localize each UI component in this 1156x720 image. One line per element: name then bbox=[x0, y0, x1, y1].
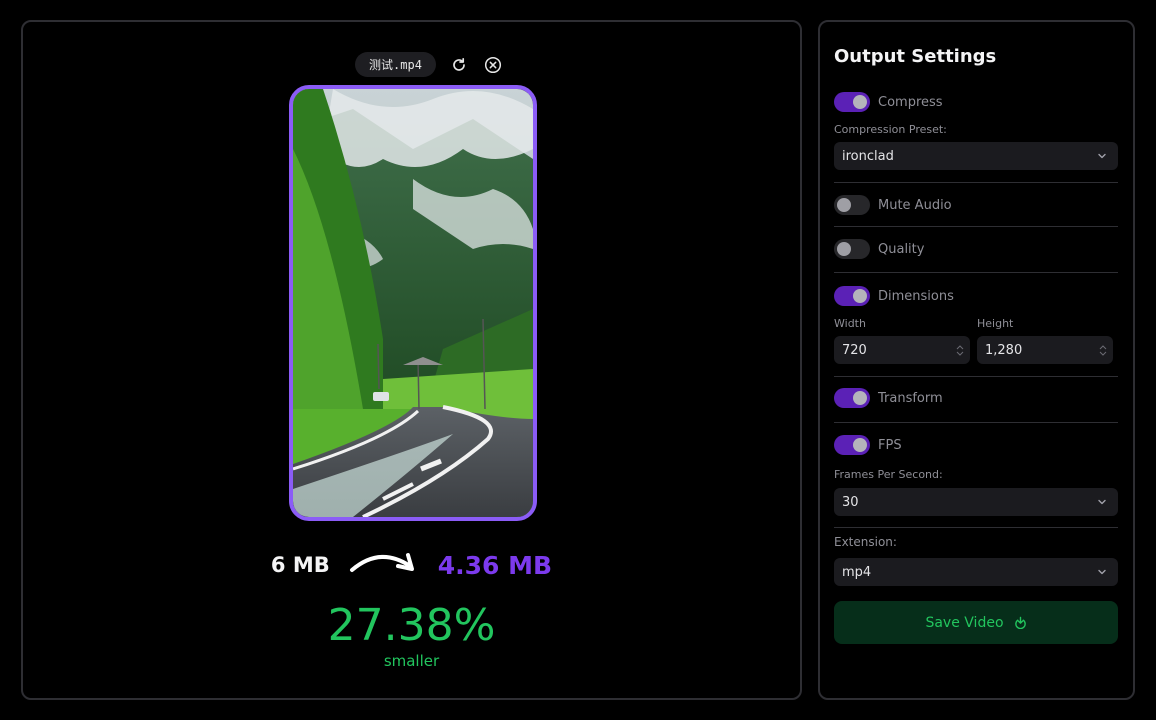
quality-label: Quality bbox=[878, 241, 925, 257]
arrow-icon bbox=[349, 553, 414, 572]
divider bbox=[834, 226, 1118, 227]
height-value: 1,280 bbox=[985, 342, 1023, 358]
download-icon bbox=[1014, 616, 1026, 629]
preset-value: ironclad bbox=[842, 148, 894, 164]
extension-label: Extension: bbox=[834, 535, 897, 549]
video-thumbnail bbox=[293, 89, 533, 517]
refresh-icon[interactable] bbox=[448, 54, 470, 76]
height-input[interactable]: 1,280 bbox=[977, 336, 1113, 364]
settings-title: Output Settings bbox=[834, 46, 997, 67]
settings-panel: Output Settings Compress Compression Pre… bbox=[818, 20, 1135, 700]
fps-select[interactable]: 30 bbox=[834, 488, 1118, 516]
fps-row: FPS bbox=[834, 434, 1118, 456]
preset-select[interactable]: ironclad bbox=[834, 142, 1118, 170]
reduction-caption: smaller bbox=[383, 652, 440, 670]
compress-toggle[interactable] bbox=[834, 92, 870, 112]
divider bbox=[834, 272, 1118, 273]
dimensions-row: Dimensions bbox=[834, 285, 1118, 307]
quality-toggle[interactable] bbox=[834, 239, 870, 259]
close-circle-icon[interactable] bbox=[482, 54, 504, 76]
transform-toggle[interactable] bbox=[834, 388, 870, 408]
extension-value: mp4 bbox=[842, 564, 872, 580]
dimensions-label: Dimensions bbox=[878, 288, 954, 304]
original-size: 6 MB bbox=[270, 553, 330, 577]
divider bbox=[834, 182, 1118, 183]
video-preview[interactable] bbox=[289, 85, 537, 521]
divider bbox=[834, 376, 1118, 377]
divider bbox=[834, 527, 1118, 528]
width-input[interactable]: 720 bbox=[834, 336, 970, 364]
chevron-down-icon bbox=[1098, 153, 1106, 159]
toggle-knob bbox=[837, 198, 851, 212]
compress-row: Compress bbox=[834, 91, 1118, 113]
size-comparison: 6 MB 4.36 MB bbox=[23, 550, 800, 580]
reduction-percent: 27.38% bbox=[327, 600, 496, 651]
transform-row: Transform bbox=[834, 387, 1118, 409]
stepper-icon[interactable] bbox=[956, 344, 964, 356]
compress-label: Compress bbox=[878, 94, 943, 110]
fps-field-label: Frames Per Second: bbox=[834, 468, 943, 481]
toggle-knob bbox=[853, 95, 867, 109]
dimensions-toggle[interactable] bbox=[834, 286, 870, 306]
stepper-icon[interactable] bbox=[1099, 344, 1107, 356]
fps-value: 30 bbox=[842, 494, 859, 510]
toggle-knob bbox=[837, 242, 851, 256]
file-name-chip: 测试.mp4 bbox=[355, 52, 436, 77]
preset-label: Compression Preset: bbox=[834, 123, 947, 136]
mute-row: Mute Audio bbox=[834, 194, 1118, 216]
fps-label: FPS bbox=[878, 437, 902, 453]
save-label: Save Video bbox=[925, 614, 1004, 631]
extension-select[interactable]: mp4 bbox=[834, 558, 1118, 586]
save-video-button[interactable]: Save Video bbox=[834, 601, 1118, 644]
compressed-size: 4.36 MB bbox=[437, 550, 553, 580]
toggle-knob bbox=[853, 438, 867, 452]
width-label: Width bbox=[834, 317, 866, 330]
mute-toggle[interactable] bbox=[834, 195, 870, 215]
chevron-down-icon bbox=[1098, 569, 1106, 575]
mute-label: Mute Audio bbox=[878, 197, 952, 213]
divider bbox=[834, 422, 1118, 423]
file-bar: 测试.mp4 bbox=[23, 52, 800, 77]
preview-panel: 测试.mp4 6 MB 4.36 MB 27.38% smaller bbox=[21, 20, 802, 700]
transform-label: Transform bbox=[878, 390, 943, 406]
fps-toggle[interactable] bbox=[834, 435, 870, 455]
height-label: Height bbox=[977, 317, 1014, 330]
toggle-knob bbox=[853, 391, 867, 405]
file-name: 测试.mp4 bbox=[369, 58, 422, 72]
width-value: 720 bbox=[842, 342, 867, 358]
chevron-down-icon bbox=[1098, 499, 1106, 505]
quality-row: Quality bbox=[834, 238, 1118, 260]
toggle-knob bbox=[853, 289, 867, 303]
